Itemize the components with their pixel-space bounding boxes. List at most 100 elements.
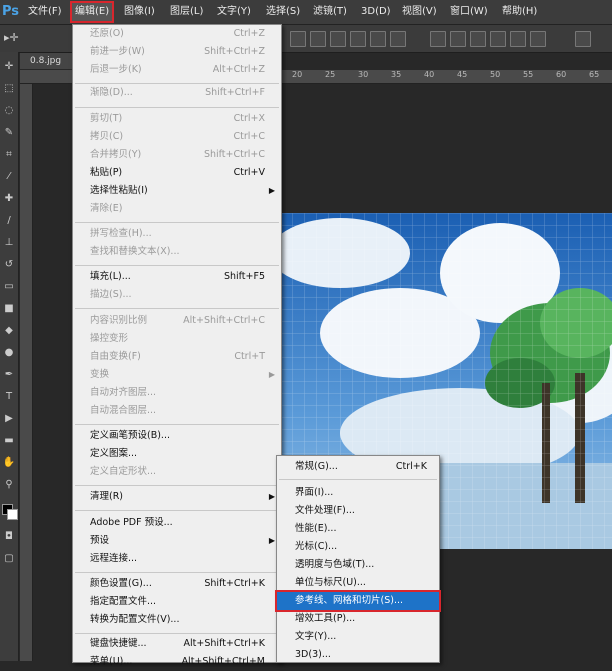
submenu-item-plugins[interactable]: 增效工具(P)... [277, 610, 439, 628]
menu-edit[interactable]: 编辑(E) [69, 1, 115, 23]
brush-tool[interactable]: / [1, 214, 17, 228]
menu-item-auto-blend[interactable]: 自动混合图层... [73, 402, 281, 420]
menu-item-remote-connections[interactable]: 远程连接... [73, 550, 281, 568]
submenu-item-guides-grid-slices[interactable]: 参考线、网格和切片(S)... [275, 590, 441, 612]
submenu-item-transparency[interactable]: 透明度与色域(T)... [277, 556, 439, 574]
ruler-tick: 25 [325, 70, 336, 79]
eraser-tool[interactable]: ▭ [1, 280, 17, 294]
type-tool[interactable]: T [1, 390, 17, 404]
menu-bar: Ps 文件(F) 编辑(E) 图像(I) 图层(L) 文字(Y) 选择(S) 滤… [0, 0, 612, 25]
menu-window[interactable]: 窗口(W) [450, 3, 488, 21]
menu-separator [75, 265, 279, 266]
align-vcenter-icon[interactable] [310, 31, 326, 47]
shape-tool[interactable]: ▬ [1, 434, 17, 448]
hand-tool[interactable]: ✋ [1, 456, 17, 470]
menu-layer[interactable]: 图层(L) [170, 3, 203, 21]
menu-filter[interactable]: 滤镜(T) [313, 3, 347, 21]
submenu-item-file-handling[interactable]: 文件处理(F)... [277, 502, 439, 520]
distribute-left-icon[interactable] [490, 31, 506, 47]
submenu-item-3d[interactable]: 3D(3)... [277, 646, 439, 664]
menu-item-define-pattern[interactable]: 定义图案... [73, 445, 281, 463]
history-brush-tool[interactable]: ↺ [1, 258, 17, 272]
menu-item-assign-profile[interactable]: 指定配置文件... [73, 593, 281, 611]
menu-item-cut[interactable]: 剪切(T) Ctrl+X [73, 110, 281, 128]
blur-tool[interactable]: ◆ [1, 324, 17, 338]
submenu-item-type[interactable]: 文字(Y)... [277, 628, 439, 646]
menu-item-define-brush[interactable]: 定义画笔预设(B)... [73, 427, 281, 445]
stamp-tool[interactable]: ⊥ [1, 236, 17, 250]
menu-view[interactable]: 视图(V) [402, 3, 437, 21]
align-left-icon[interactable] [350, 31, 366, 47]
edit-menu-dropdown: 还原(O) Ctrl+Z 前进一步(W) Shift+Ctrl+Z 后退一步(K) A… [72, 24, 282, 667]
screen-mode-icon[interactable]: ▢ [1, 552, 17, 566]
menu-item-copy-merged[interactable]: 合并拷贝(Y) Shift+Ctrl+C [73, 146, 281, 164]
menu-item-copy[interactable]: 拷贝(C) Ctrl+C [73, 128, 281, 146]
menu-item-pdf-presets[interactable]: Adobe PDF 预设... [73, 514, 281, 532]
quick-select-tool[interactable]: ✎ [1, 126, 17, 140]
submenu-item-cursors[interactable]: 光标(C)... [277, 538, 439, 556]
ruler-tick: 50 [490, 70, 501, 79]
menu-help[interactable]: 帮助(H) [502, 3, 537, 21]
auto-align-icon[interactable] [575, 31, 591, 47]
menu-item-color-settings[interactable]: 颜色设置(G)... Shift+Ctrl+K [73, 575, 281, 593]
align-top-icon[interactable] [290, 31, 306, 47]
lasso-tool[interactable]: ◌ [1, 104, 17, 118]
marquee-tool[interactable]: ⬚ [1, 82, 17, 96]
menu-item-stroke[interactable]: 描边(S)... [73, 286, 281, 304]
distribute-vcenter-icon[interactable] [450, 31, 466, 47]
menu-item-transform[interactable]: 变换 ▶ [73, 366, 281, 384]
menu-item-presets[interactable]: 预设 ▶ [73, 532, 281, 550]
healing-tool[interactable]: ✚ [1, 192, 17, 206]
gradient-tool[interactable]: ■ [1, 302, 17, 316]
menu-item-menus[interactable]: 菜单(U)... Alt+Shift+Ctrl+M [73, 653, 281, 671]
menu-item-spell-check[interactable]: 拼写检查(H)... [73, 225, 281, 243]
menu-image[interactable]: 图像(I) [124, 3, 155, 21]
submenu-arrow-icon: ▶ [268, 536, 275, 545]
distribute-hcenter-icon[interactable] [510, 31, 526, 47]
color-swatches-icon[interactable] [1, 504, 18, 520]
menu-3d[interactable]: 3D(D) [361, 3, 391, 21]
move-tool-icon[interactable]: ▸✛ [4, 31, 19, 44]
tools-panel: ✛ ⬚ ◌ ✎ ⌗ ⁄ ✚ / ⊥ ↺ ▭ ■ ◆ ● ✒ T ▶ ▬ ✋ ⚲ … [0, 52, 19, 661]
menu-item-puppet-warp[interactable]: 操控变形 [73, 330, 281, 348]
menu-item-clear[interactable]: 清除(E) [73, 200, 281, 218]
menu-item-paste[interactable]: 粘贴(P) Ctrl+V [73, 164, 281, 182]
menu-item-define-shape[interactable]: 定义自定形状... [73, 463, 281, 481]
move-tool[interactable]: ✛ [1, 60, 17, 74]
menu-item-paste-special[interactable]: 选择性粘贴(I) ▶ [73, 182, 281, 200]
menu-item-step-backward[interactable]: 后退一步(K) Alt+Ctrl+Z [73, 61, 281, 79]
menu-select[interactable]: 选择(S) [266, 3, 300, 21]
menu-item-purge[interactable]: 清理(R) ▶ [73, 488, 281, 506]
menu-type[interactable]: 文字(Y) [217, 3, 251, 21]
quick-mask-icon[interactable]: ◘ [1, 530, 17, 544]
menu-item-fill[interactable]: 填充(L)... Shift+F5 [73, 268, 281, 286]
distribute-bottom-icon[interactable] [470, 31, 486, 47]
menu-item-find-replace[interactable]: 查找和替换文本(X)... [73, 243, 281, 261]
menu-item-free-transform[interactable]: 自由变换(F) Ctrl+T [73, 348, 281, 366]
menu-item-step-forward[interactable]: 前进一步(W) Shift+Ctrl+Z [73, 43, 281, 61]
menu-item-convert-profile[interactable]: 转换为配置文件(V)... [73, 611, 281, 629]
distribute-top-icon[interactable] [430, 31, 446, 47]
submenu-item-interface[interactable]: 界面(I)... [277, 484, 439, 502]
menu-item-fade[interactable]: 渐隐(D)... Shift+Ctrl+F [73, 84, 281, 102]
submenu-item-general[interactable]: 常规(G)... Ctrl+K [277, 458, 439, 476]
align-bottom-icon[interactable] [330, 31, 346, 47]
dodge-tool[interactable]: ● [1, 346, 17, 360]
eyedropper-tool[interactable]: ⁄ [1, 170, 17, 184]
align-right-icon[interactable] [390, 31, 406, 47]
menu-item-keyboard-shortcuts[interactable]: 键盘快捷键... Alt+Shift+Ctrl+K [73, 635, 281, 653]
menu-file[interactable]: 文件(F) [28, 3, 62, 21]
crop-tool[interactable]: ⌗ [1, 148, 17, 162]
path-select-tool[interactable]: ▶ [1, 412, 17, 426]
distribute-right-icon[interactable] [530, 31, 546, 47]
zoom-tool[interactable]: ⚲ [1, 478, 17, 492]
submenu-item-units-rulers[interactable]: 单位与标尺(U)... [277, 574, 439, 592]
submenu-arrow-icon: ▶ [268, 492, 275, 501]
pen-tool[interactable]: ✒ [1, 368, 17, 382]
menu-item-content-aware-scale[interactable]: 内容识别比例 Alt+Shift+Ctrl+C [73, 312, 281, 330]
menu-item-undo[interactable]: 还原(O) Ctrl+Z [73, 25, 281, 43]
align-hcenter-icon[interactable] [370, 31, 386, 47]
submenu-item-performance[interactable]: 性能(E)... [277, 520, 439, 538]
menu-item-auto-align[interactable]: 自动对齐图层... [73, 384, 281, 402]
menu-separator [75, 222, 279, 223]
